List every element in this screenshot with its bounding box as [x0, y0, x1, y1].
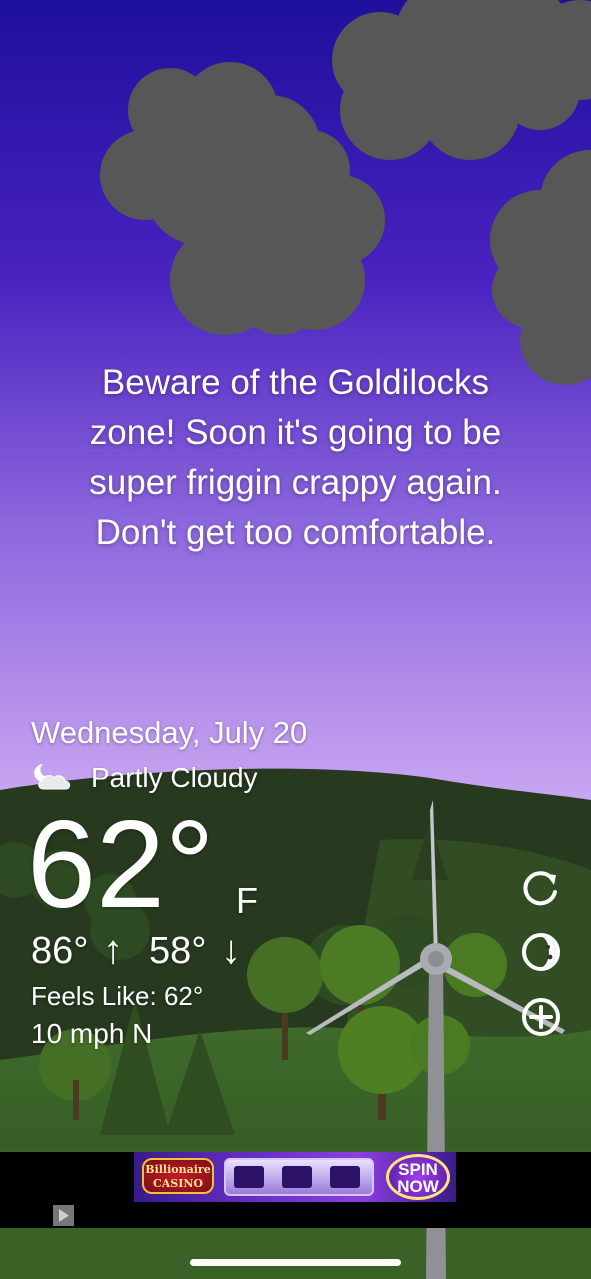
ad-choices-icon[interactable] — [53, 1205, 74, 1226]
temperature-unit: F — [236, 880, 258, 921]
ad-brand-line1: Billionaire — [145, 1163, 211, 1176]
ad-cta-line2: NOW — [397, 1177, 439, 1196]
slot-machine-graphic — [224, 1158, 374, 1196]
partly-cloudy-night-icon — [34, 764, 71, 790]
condition-label: Partly Cloudy — [91, 762, 258, 793]
high-arrow-icon: ↑ — [103, 928, 123, 972]
date-label: Wednesday, July 20 — [31, 715, 308, 750]
message-line: zone! Soon it's going to be — [89, 413, 502, 452]
high-temperature: 86° — [31, 930, 89, 972]
refresh-icon[interactable] — [519, 866, 563, 910]
moon-phase-icon[interactable] — [519, 930, 563, 974]
current-temperature: 62° — [27, 796, 215, 934]
message-line: Don't get too comfortable. — [95, 513, 496, 552]
low-arrow-icon: ↓ — [221, 928, 241, 972]
weather-message: Beware of the Goldilocks zone! Soon it's… — [20, 358, 571, 558]
wind-label: 10 mph N — [31, 1018, 153, 1049]
play-triangle-icon — [59, 1209, 69, 1222]
message-line: super friggin crappy again. — [89, 463, 502, 502]
weather-scene-background — [0, 0, 591, 1279]
home-indicator[interactable] — [190, 1259, 401, 1266]
ad-cta-line1: SPIN — [398, 1160, 438, 1179]
ad-brand-line2: CASINO — [152, 1177, 203, 1190]
message-line: Beware of the Goldilocks — [101, 363, 490, 402]
casino-logo: Billionaire CASINO — [142, 1158, 214, 1194]
spin-now-button[interactable]: SPIN NOW — [386, 1154, 450, 1200]
ad-banner[interactable]: Billionaire CASINO SPIN NOW — [134, 1152, 456, 1202]
feels-like-label: Feels Like: 62° — [31, 981, 204, 1011]
low-temperature: 58° — [149, 930, 207, 972]
add-location-icon[interactable] — [519, 995, 563, 1039]
